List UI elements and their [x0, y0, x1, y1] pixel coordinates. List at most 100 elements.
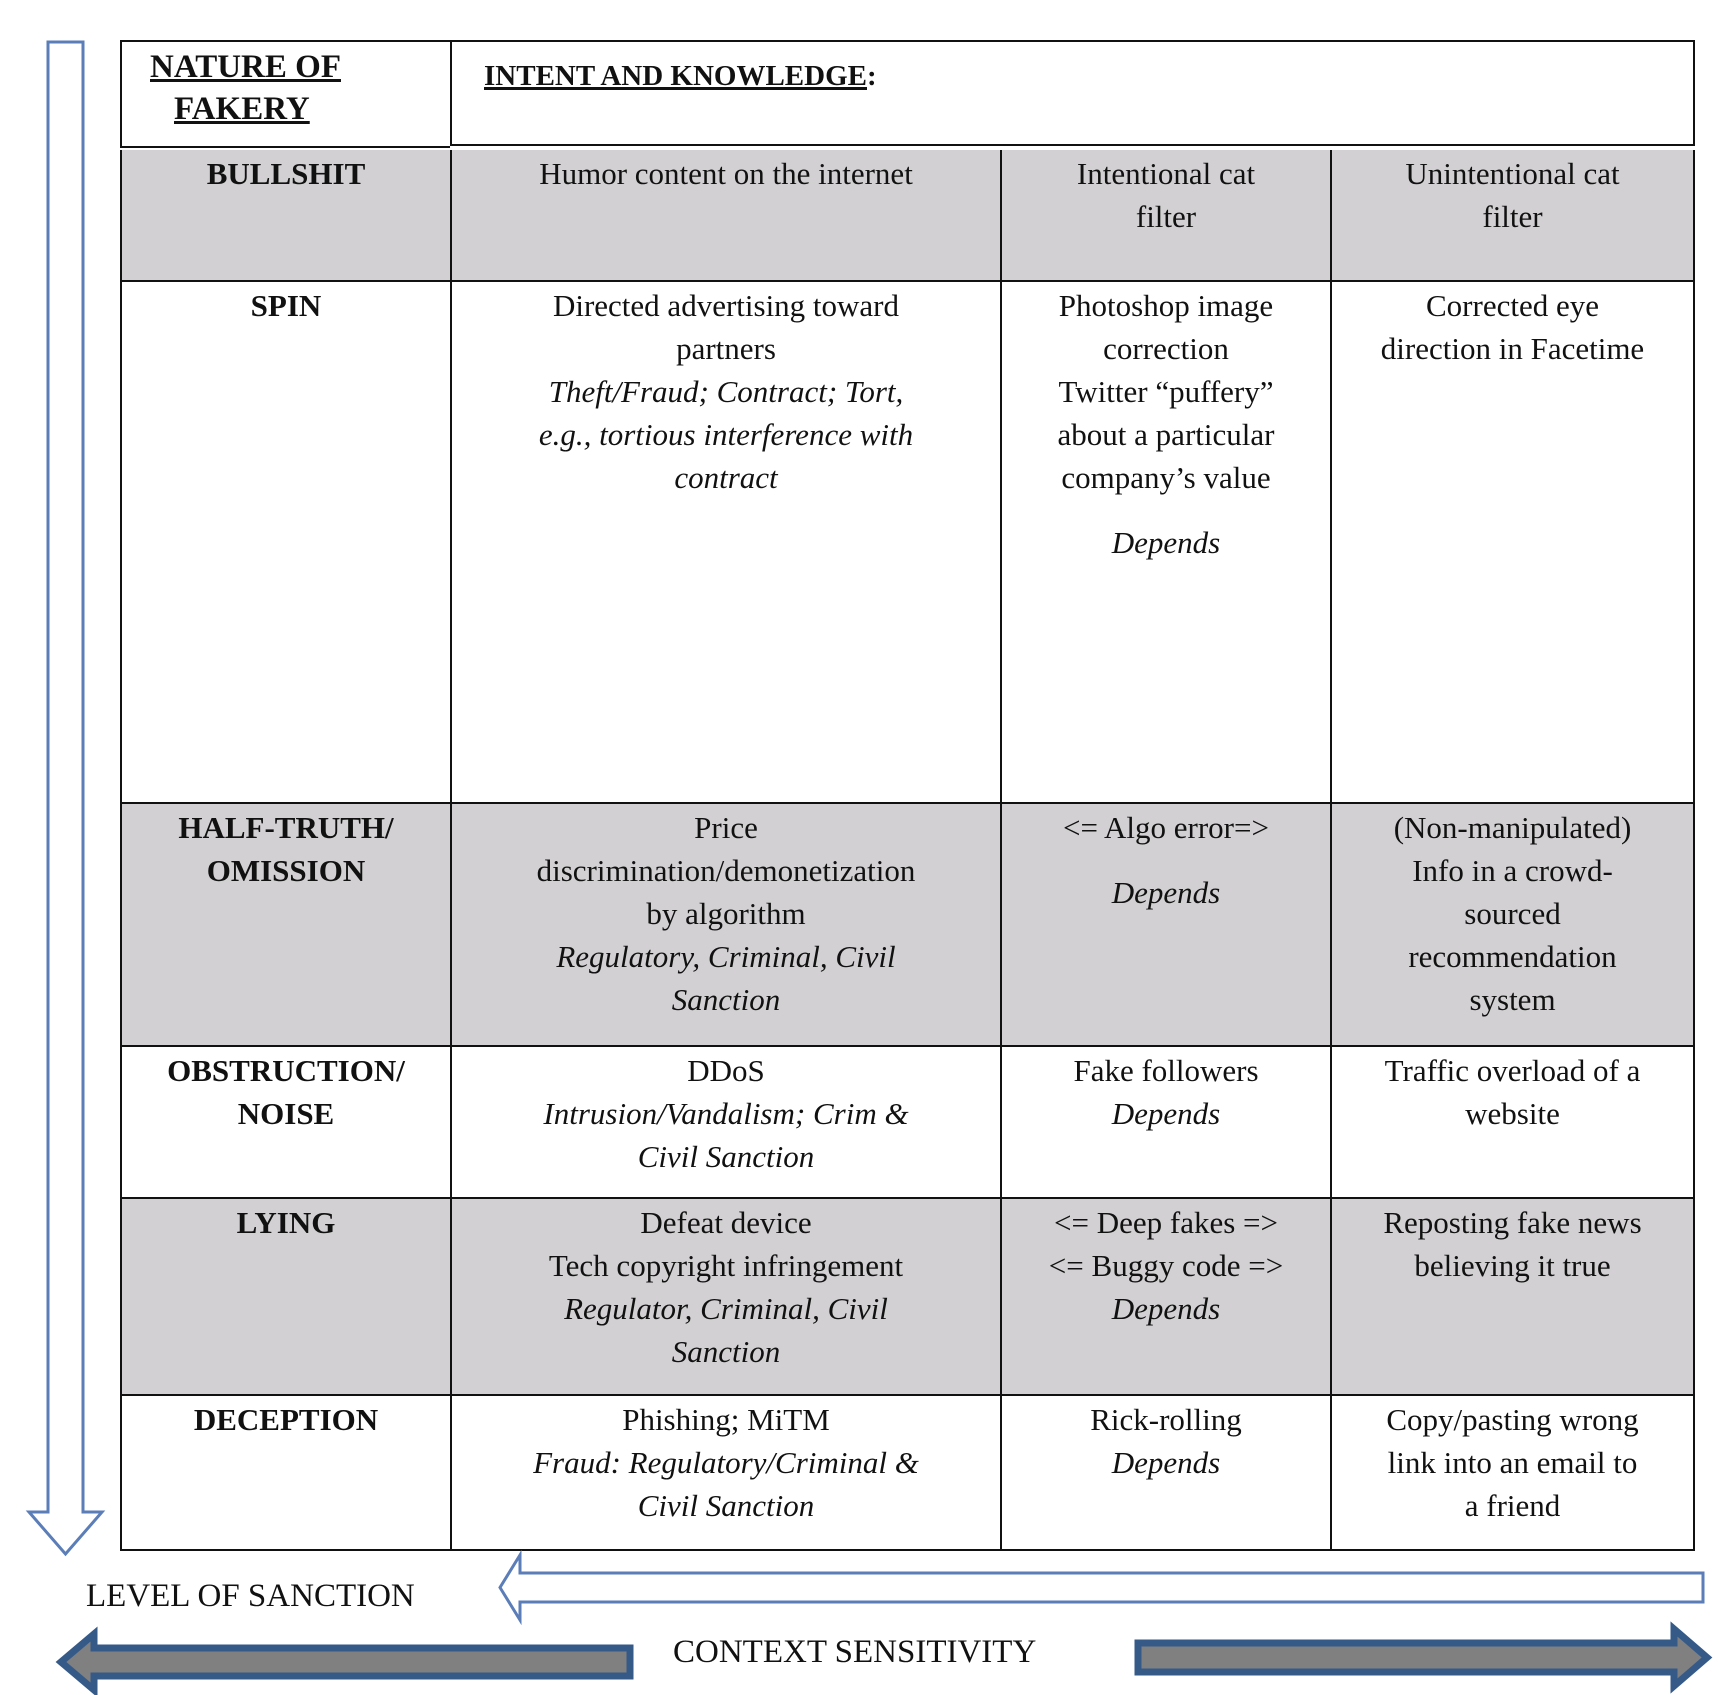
intent-and-knowledge-title: INTENT AND KNOWLEDGE: [484, 60, 877, 93]
sanction-note: Civil Sanction [637, 1488, 815, 1523]
example-text: Fake followers [1073, 1053, 1259, 1088]
example-unintentional-cell: (Non-manipulated) Info in a crowd-sourced… [1332, 804, 1695, 1045]
example-intentional-cell: Phishing; MiTM Fraud: Regulatory/Criminal… [452, 1396, 1002, 1549]
nature-of-fakery-header: NATURE OF FAKERY [120, 40, 450, 148]
example-unintentional-cell: Corrected eye direction in Facetime [1332, 282, 1695, 802]
example-text: Defeat device [640, 1205, 812, 1240]
category-label: SPIN [250, 288, 322, 323]
intent-and-knowledge-header: INTENT AND KNOWLEDGE: [450, 40, 1695, 146]
example-text: direction in Facetime [1380, 331, 1645, 366]
example-text: <= Buggy code => [1048, 1248, 1284, 1283]
row-category-cell: BULLSHIT [122, 150, 452, 280]
example-text: DDoS [687, 1053, 765, 1088]
category-label: DECEPTION [193, 1402, 379, 1437]
nature-of-fakery-title: NATURE OF FAKERY [150, 46, 341, 130]
example-text: Directed advertising toward [552, 288, 900, 323]
sanction-note: Sanction [671, 982, 781, 1017]
example-text: Copy/pasting wrong [1386, 1402, 1639, 1437]
example-text: Twitter “puffery” [1058, 374, 1274, 409]
example-text: system [1469, 982, 1556, 1017]
table-row: OBSTRUCTION/NOISE DDoS Intrusion/Vandalism… [120, 1047, 1695, 1199]
table-row: BULLSHIT Humor content on the internet Int… [120, 150, 1695, 282]
category-label: OMISSION [206, 853, 366, 888]
example-intentional-cell: Directed advertising toward partners Theft… [452, 282, 1002, 802]
category-label: HALF-TRUTH/ [178, 810, 394, 845]
category-label: BULLSHIT [206, 156, 366, 191]
example-text: sourced [1464, 896, 1561, 931]
sanction-note: Sanction [671, 1334, 781, 1369]
context-left-arrow-icon [55, 1626, 634, 1695]
row-category-cell: HALF-TRUTH/OMISSION [122, 804, 452, 1045]
sanction-note: Regulator, Criminal, Civil [564, 1291, 888, 1326]
example-text: Phishing; MiTM [622, 1402, 830, 1437]
example-intentional-cell: Defeat device Tech copyright infringement… [452, 1199, 1002, 1394]
example-text: company’s value [1061, 460, 1271, 495]
example-text: about a particular [1057, 417, 1275, 452]
example-unintentional-cell: Reposting fake news believing it true [1332, 1199, 1695, 1394]
example-text: Tech copyright infringement [548, 1248, 904, 1283]
example-intentional-cell: DDoS Intrusion/Vandalism; Crim & Civil San… [452, 1047, 1002, 1197]
context-sensitivity-label: CONTEXT SENSITIVITY [673, 1634, 1037, 1670]
example-text: Corrected eye [1426, 288, 1599, 323]
example-text: recommendation [1408, 939, 1617, 974]
sanction-note: Regulatory, Criminal, Civil [556, 939, 896, 974]
sanction-note: Depends [1111, 1291, 1221, 1326]
table-row: LYING Defeat device Tech copyright infring… [120, 1199, 1695, 1396]
example-text: discrimination/demonetization [536, 853, 916, 888]
example-ambiguous-cell: Photoshop image correction Twitter “puffer… [1002, 282, 1332, 802]
sanction-left-arrow-icon [498, 1549, 1705, 1626]
sanction-note: Depends [1111, 1096, 1221, 1131]
table-row: DECEPTION Phishing; MiTM Fraud: Regulatory… [120, 1396, 1695, 1551]
example-text: correction [1103, 331, 1229, 366]
context-right-arrow-icon [1134, 1621, 1713, 1694]
example-ambiguous-cell: Intentional cat filter [1002, 150, 1332, 280]
example-text: filter [1482, 199, 1543, 234]
category-label: LYING [236, 1205, 336, 1240]
table-header-row: NATURE OF FAKERY INTENT AND KNOWLEDGE: [120, 40, 1695, 150]
intent-title-text: INTENT AND KNOWLEDGE [484, 60, 867, 92]
example-unintentional-cell: Copy/pasting wrong link into an email to a… [1332, 1396, 1695, 1549]
table-row: SPIN Directed advertising toward partners T… [120, 282, 1695, 804]
category-label: OBSTRUCTION/ [167, 1053, 405, 1088]
example-text: by algorithm [646, 896, 806, 931]
category-label: NOISE [237, 1096, 335, 1131]
row-category-cell: LYING [122, 1199, 452, 1394]
example-text: website [1465, 1096, 1560, 1131]
sanction-note: Civil Sanction [637, 1139, 815, 1174]
table-row: HALF-TRUTH/OMISSION Price discrimination/d… [120, 804, 1695, 1047]
example-text: believing it true [1414, 1248, 1611, 1283]
row-category-cell: OBSTRUCTION/NOISE [122, 1047, 452, 1197]
sanction-note: Fraud: Regulatory/Criminal & [533, 1445, 919, 1480]
example-text: Reposting fake news [1383, 1205, 1642, 1240]
example-unintentional-cell: Unintentional cat filter [1332, 150, 1695, 280]
row-category-cell: DECEPTION [122, 1396, 452, 1549]
sanction-note: Theft/Fraud; Contract; Tort, [548, 374, 904, 409]
example-unintentional-cell: Traffic overload of a website [1332, 1047, 1695, 1197]
example-ambiguous-cell: Rick-rolling Depends [1002, 1396, 1332, 1549]
row-category-cell: SPIN [122, 282, 452, 802]
example-text: Humor content on the internet [539, 156, 913, 191]
example-text: partners [676, 331, 776, 366]
example-intentional-cell: Price discrimination/demonetization by alg… [452, 804, 1002, 1045]
example-ambiguous-cell: Fake followers Depends [1002, 1047, 1332, 1197]
example-ambiguous-cell: <= Algo error=> Depends [1002, 804, 1332, 1045]
example-text: Unintentional cat [1405, 156, 1620, 191]
example-intentional-cell: Humor content on the internet [452, 150, 1002, 280]
example-text: a friend [1464, 1488, 1561, 1523]
sanction-note: Intrusion/Vandalism; Crim & [543, 1096, 909, 1131]
example-text: Traffic overload of a [1384, 1053, 1641, 1088]
nature-title-line-2: FAKERY [174, 91, 310, 127]
sanction-down-arrow-icon [25, 40, 106, 1557]
sanction-note: e.g., tortious interference with [538, 417, 914, 452]
example-text: Price [694, 810, 758, 845]
intent-title-colon: : [867, 60, 877, 92]
level-of-sanction-label: LEVEL OF SANCTION [86, 1578, 415, 1614]
sanction-note: Depends [1111, 875, 1221, 910]
example-text: Rick-rolling [1090, 1402, 1242, 1437]
sanction-note: Depends [1111, 525, 1221, 560]
example-text: Intentional cat [1076, 156, 1256, 191]
example-text: <= Deep fakes => [1054, 1205, 1278, 1240]
nature-title-line-1: NATURE OF [150, 49, 341, 85]
